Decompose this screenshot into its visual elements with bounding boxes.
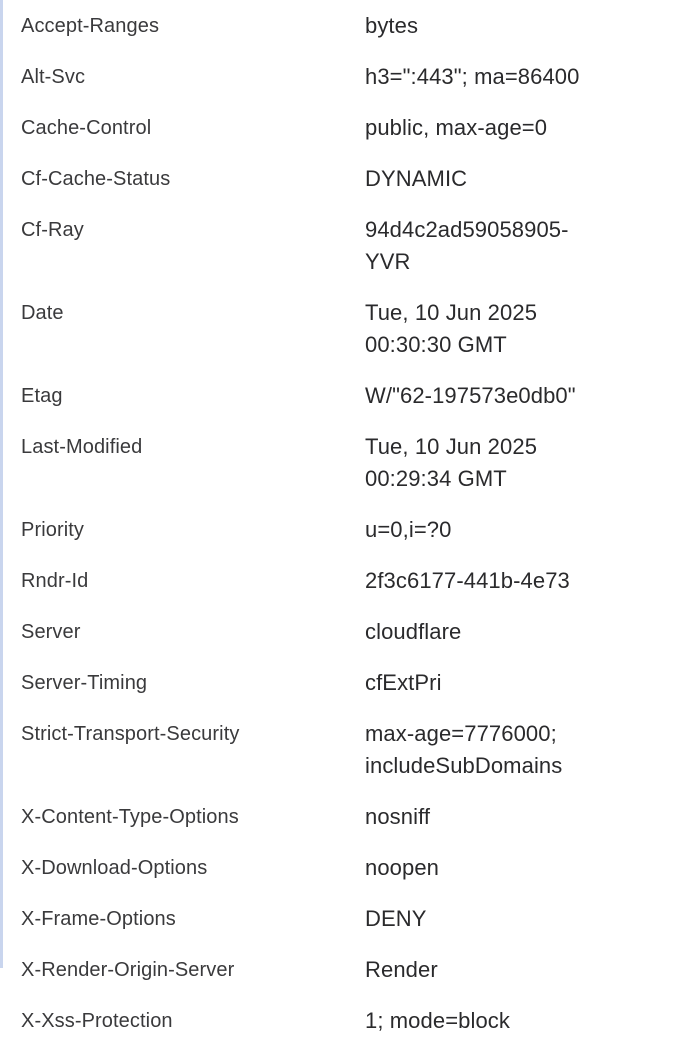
header-row: Cf-Ray 94d4c2ad59058905- YVR	[0, 206, 691, 289]
header-value-line: cfExtPri	[365, 670, 442, 695]
header-value: noopen	[344, 852, 614, 884]
header-value: public, max-age=0	[344, 112, 614, 144]
header-name: X-Download-Options	[21, 857, 208, 879]
header-row: Rndr-Id 2f3c6177-441b-4e73	[0, 557, 691, 608]
header-row: X-Content-Type-Options nosniff	[0, 793, 691, 844]
header-value-line: W/"62-197573e0db0"	[365, 383, 576, 408]
header-value-line: bytes	[365, 13, 419, 38]
header-value-line: max-age=7776000;	[365, 721, 557, 746]
header-value: 1; mode=block	[344, 1005, 614, 1037]
header-name: X-Render-Origin-Server	[21, 959, 235, 981]
header-name: X-Xss-Protection	[21, 1010, 173, 1032]
header-value: Tue, 10 Jun 2025 00:29:34 GMT	[344, 431, 614, 495]
header-row: Etag W/"62-197573e0db0"	[0, 372, 691, 423]
header-name: Strict-Transport-Security	[21, 723, 240, 745]
header-row: Cf-Cache-Status DYNAMIC	[0, 155, 691, 206]
header-row: Last-Modified Tue, 10 Jun 2025 00:29:34 GM…	[0, 423, 691, 506]
header-value-line: 00:30:30 GMT	[365, 332, 507, 357]
header-name: Server-Timing	[21, 672, 148, 694]
header-value-line: Render	[365, 957, 438, 982]
header-value: cloudflare	[344, 616, 614, 648]
header-value: Tue, 10 Jun 2025 00:30:30 GMT	[344, 297, 614, 361]
header-row: Strict-Transport-Security max-age=7776000…	[0, 710, 691, 793]
header-name: Server	[21, 621, 81, 643]
header-row: X-Render-Origin-Server Render	[0, 946, 691, 997]
header-value: 94d4c2ad59058905- YVR	[344, 214, 614, 278]
header-value-line: 00:29:34 GMT	[365, 466, 507, 491]
header-value-line: u=0,i=?0	[365, 517, 452, 542]
header-value: bytes	[344, 10, 614, 42]
header-name: Cache-Control	[21, 117, 152, 139]
header-name: Date	[21, 302, 64, 324]
header-value-line: cloudflare	[365, 619, 462, 644]
header-row: X-Download-Options noopen	[0, 844, 691, 895]
header-value: Render	[344, 954, 614, 986]
header-value-line: DENY	[365, 906, 427, 931]
header-value-line: includeSubDomains	[365, 753, 563, 778]
header-name: X-Frame-Options	[21, 908, 176, 930]
header-row: Alt-Svc h3=":443"; ma=86400	[0, 53, 691, 104]
header-value-line: h3=":443"; ma=86400	[365, 64, 580, 89]
header-row: Date Tue, 10 Jun 2025 00:30:30 GMT	[0, 289, 691, 372]
header-value: DYNAMIC	[344, 163, 614, 195]
header-value-line: public, max-age=0	[365, 115, 548, 140]
response-headers-table: Accept-Ranges bytes Alt-Svc h3=":443"; ma=8…	[0, 2, 691, 1048]
header-value: max-age=7776000; includeSubDomains	[344, 718, 614, 782]
header-name: Last-Modified	[21, 436, 143, 458]
header-value: W/"62-197573e0db0"	[344, 380, 614, 412]
header-value-line: DYNAMIC	[365, 166, 468, 191]
header-value-line: noopen	[365, 855, 440, 880]
header-value: DENY	[344, 903, 614, 935]
header-value: cfExtPri	[344, 667, 614, 699]
header-row: X-Xss-Protection 1; mode=block	[0, 997, 691, 1048]
header-value-line: 1; mode=block	[365, 1008, 510, 1033]
header-name: Alt-Svc	[21, 66, 86, 88]
header-name: X-Content-Type-Options	[21, 806, 239, 828]
header-row: Server cloudflare	[0, 608, 691, 659]
header-value-line: Tue, 10 Jun 2025	[365, 434, 538, 459]
header-row: Server-Timing cfExtPri	[0, 659, 691, 710]
header-value: 2f3c6177-441b-4e73	[344, 565, 614, 597]
header-value: u=0,i=?0	[344, 514, 614, 546]
header-value: nosniff	[344, 801, 614, 833]
header-name: Accept-Ranges	[21, 15, 160, 37]
header-value-line: Tue, 10 Jun 2025	[365, 300, 538, 325]
header-row: Priority u=0,i=?0	[0, 506, 691, 557]
header-row: Cache-Control public, max-age=0	[0, 104, 691, 155]
header-name: Etag	[21, 385, 63, 407]
header-value-line: nosniff	[365, 804, 431, 829]
header-name: Cf-Cache-Status	[21, 168, 171, 190]
header-name: Cf-Ray	[21, 219, 84, 241]
header-name: Priority	[21, 519, 85, 541]
header-value-line: 94d4c2ad59058905-	[365, 217, 569, 242]
header-name: Rndr-Id	[21, 570, 89, 592]
header-value-line: 2f3c6177-441b-4e73	[365, 568, 570, 593]
header-row: X-Frame-Options DENY	[0, 895, 691, 946]
header-value-line: YVR	[365, 249, 411, 274]
header-row: Accept-Ranges bytes	[0, 2, 691, 53]
header-value: h3=":443"; ma=86400	[344, 61, 614, 93]
